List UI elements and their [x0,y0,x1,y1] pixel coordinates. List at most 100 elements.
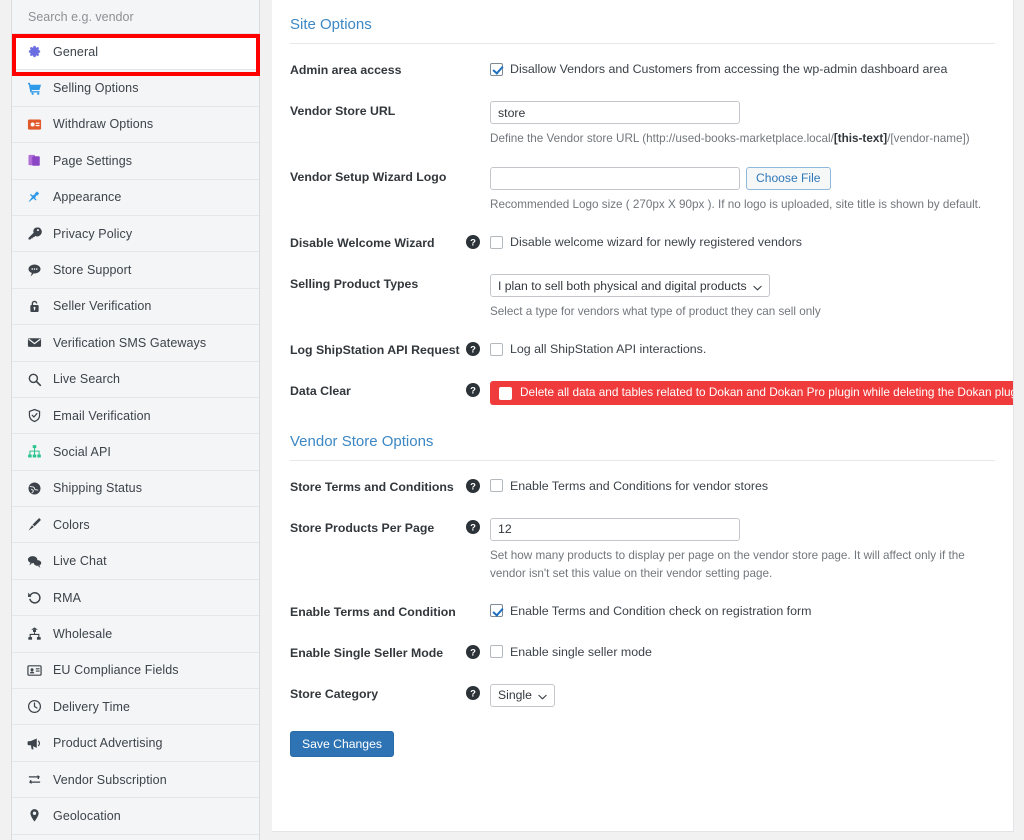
checkbox-enable-terms-condition[interactable]: Enable Terms and Condition check on regi… [490,602,995,620]
sidebar-item-wholesale[interactable]: Wholesale [12,616,259,653]
checkbox-box[interactable] [490,479,503,493]
sidebar-item-eu-compliance-fields[interactable]: EU Compliance Fields [12,652,259,690]
checkbox-label: Log all ShipStation API interactions. [510,342,707,357]
save-changes-button[interactable]: Save Changes [290,730,394,757]
section-divider [290,43,995,44]
sitemap-icon [26,444,42,460]
sidebar-item-selling-options[interactable]: Selling Options [12,70,259,107]
sidebar-item-colors[interactable]: Colors [12,507,259,544]
sidebar-item-rma[interactable]: RMA [12,579,259,617]
search-icon [26,371,42,387]
sidebar-item-shipping-status[interactable]: Shipping Status [12,470,259,508]
choose-file-button[interactable]: Choose File [746,167,831,191]
selling-product-types-select[interactable]: I plan to sell both physical and digital… [490,274,770,298]
chevron-down-icon [538,691,547,700]
checkbox-box[interactable] [490,645,503,659]
checkbox-box[interactable] [499,386,512,400]
row-vendor-setup-wizard-logo: Vendor Setup Wizard Logo Choose File Rec… [290,167,995,214]
id-card-icon [26,662,42,678]
checkbox-single-seller-mode[interactable]: Enable single seller mode [490,643,995,661]
section-title-site-options: Site Options [290,16,372,33]
sidebar-item-vendor-subscription[interactable]: Vendor Subscription [12,761,259,799]
help-icon[interactable]: ? [466,519,480,534]
help-icon[interactable]: ? [466,342,480,357]
help-icon[interactable]: ? [466,478,480,493]
undo-icon [26,590,42,606]
dokan-settings-screen: General Selling Options Withdraw Options Pa… [0,0,1024,840]
help-icon[interactable]: ? [466,685,480,700]
row-products-per-page: Store Products Per Page ? Set how many p… [290,517,995,583]
sidebar-item-geolocation[interactable]: Geolocation [12,798,259,835]
sidebar-item-withdraw-options[interactable]: Withdraw Options [12,106,259,144]
checkbox-box[interactable] [490,235,503,249]
sidebar-item-seller-verification[interactable]: Seller Verification [12,288,259,326]
row-enable-terms-condition: Enable Terms and Condition Enable Terms … [290,602,995,624]
svg-text:?: ? [470,522,476,533]
settings-panel: Site Options Admin area access Disallow … [272,0,1014,832]
checkbox-log-shipstation[interactable]: Log all ShipStation API interactions. [490,340,995,358]
sidebar-item-social-api[interactable]: Social API [12,434,259,471]
row-selling-product-types: Selling Product Types I plan to sell bot… [290,274,995,321]
sidebar-item-verification-sms-gateways[interactable]: Verification SMS Gateways [12,325,259,362]
pushpin-icon [26,189,42,205]
sidebar-item-label: Email Verification [53,408,151,423]
sidebar-item-privacy-policy[interactable]: Privacy Policy [12,215,259,253]
hint-part-1: Define the Vendor store URL (http://used… [490,132,834,145]
checkbox-disable-welcome-wizard[interactable]: Disable welcome wizard for newly registe… [490,233,995,251]
sidebar-item-label: Vendor Subscription [53,772,167,787]
row-store-terms: Store Terms and Conditions ? Enable Term… [290,477,995,499]
checkbox-box[interactable] [490,62,503,76]
sidebar-item-email-verification[interactable]: Email Verification [12,397,259,435]
products-per-page-input[interactable] [490,517,740,541]
left-rail [0,0,12,840]
globe-icon [26,480,42,496]
checkbox-data-clear-danger[interactable]: Delete all data and tables related to Do… [490,381,1013,405]
vendor-store-url-input[interactable] [490,101,740,124]
label-products-per-page: Store Products Per Page [290,520,435,535]
label-log-shipstation: Log ShipStation API Request [290,343,460,358]
checkbox-box[interactable] [490,342,503,356]
lock-icon [26,298,42,314]
store-category-select[interactable]: Single [490,683,555,707]
svg-text:?: ? [470,238,476,249]
sidebar-item-label: Wholesale [53,626,113,641]
checkbox-box[interactable] [490,604,503,618]
label-vendor-setup-wizard-logo: Vendor Setup Wizard Logo [290,170,447,185]
checkbox-admin-area-access[interactable]: Disallow Vendors and Customers from acce… [490,60,995,78]
cart-icon [26,80,42,96]
settings-sidebar: General Selling Options Withdraw Options Pa… [12,0,260,840]
help-icon[interactable]: ? [466,235,480,250]
sidebar-item-label: Appearance [53,190,122,205]
logo-file-input[interactable] [490,167,740,191]
hierarchy-icon [26,626,42,642]
sidebar-item-label: Privacy Policy [53,226,133,241]
brush-icon [26,517,42,533]
sidebar-item-appearance[interactable]: Appearance [12,179,259,216]
search-input[interactable] [28,9,243,24]
sidebar-item-live-chat[interactable]: Live Chat [12,543,259,580]
sidebar-search[interactable] [12,0,259,34]
select-value: I plan to sell both physical and digital… [498,278,747,293]
sidebar-item-store-support[interactable]: Store Support [12,252,259,289]
refresh-box-icon [26,772,42,788]
label-admin-area-access: Admin area access [290,63,402,77]
section-divider [290,459,995,461]
sidebar-item-general[interactable]: General [12,34,259,71]
clock-icon [26,699,42,715]
label-vendor-store-url: Vendor Store URL [290,104,396,118]
sidebar-item-label: Delivery Time [53,699,131,714]
sidebar-item-label: EU Compliance Fields [53,663,179,678]
help-icon[interactable]: ? [466,644,480,659]
sidebar-item-live-search[interactable]: Live Search [12,361,259,398]
row-store-category: Store Category ? Single [290,683,995,707]
hint-vendor-store-url: Define the Vendor store URL (http://used… [490,130,995,148]
sidebar-item-label: Withdraw Options [53,117,154,132]
checkbox-store-terms[interactable]: Enable Terms and Conditions for vendor s… [490,477,995,495]
sidebar-item-delivery-time[interactable]: Delivery Time [12,689,259,726]
sidebar-item-product-advertising[interactable]: Product Advertising [12,725,259,762]
label-disable-welcome-wizard: Disable Welcome Wizard [290,236,435,251]
svg-text:?: ? [470,386,476,397]
help-icon[interactable]: ? [466,383,480,398]
sidebar-item-page-settings[interactable]: Page Settings [12,143,259,180]
chat-bubble-icon [26,262,42,278]
